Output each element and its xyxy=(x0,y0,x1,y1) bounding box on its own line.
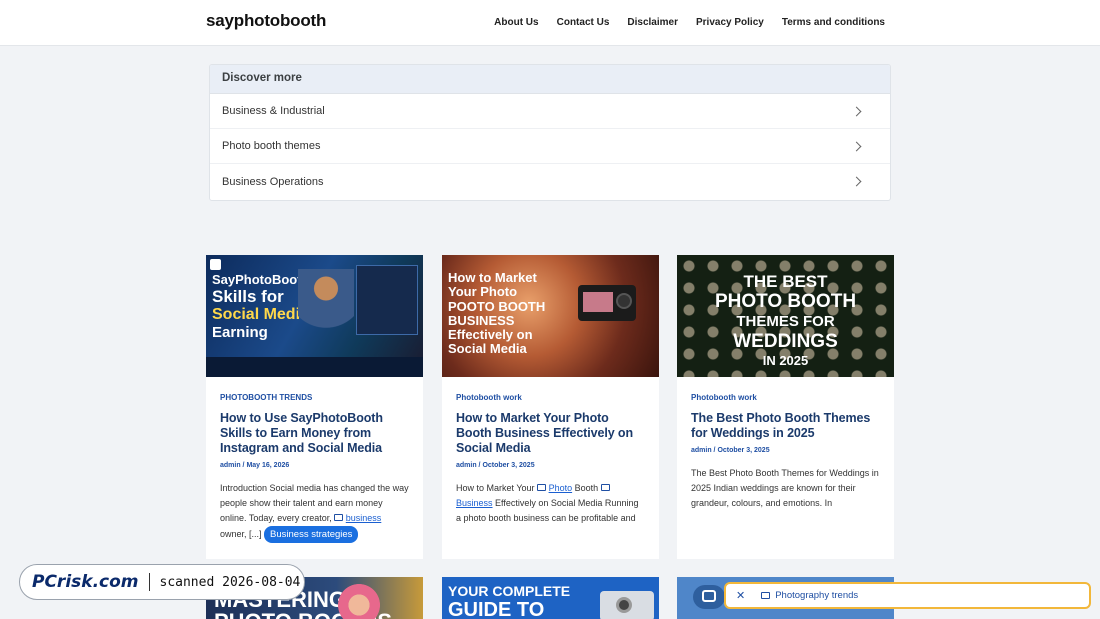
thumb-headline: Skills for xyxy=(212,287,284,306)
keyword-icon xyxy=(537,484,547,491)
tag-pill-label: Business strategies xyxy=(270,529,353,540)
post-thumbnail[interactable]: YOUR COMPLETE GUIDE TO xyxy=(442,577,659,619)
divider xyxy=(148,573,150,591)
nav-terms[interactable]: Terms and conditions xyxy=(782,17,885,28)
keyword-link[interactable]: business xyxy=(346,513,382,523)
pcrisk-watermark: PCrisk.com scanned 2026-08-04 xyxy=(19,564,305,600)
thumb-headline: Social Media xyxy=(212,306,309,323)
thumb-headline: Your Photo xyxy=(448,284,518,299)
thumb-headline: How to Market xyxy=(448,270,537,285)
keyword-icon xyxy=(600,484,610,491)
thumb-headline: YOUR COMPLETE xyxy=(448,583,571,599)
excerpt-text: How to Market Your xyxy=(456,483,535,493)
thumb-headline: PHOTO BOOTH xyxy=(714,291,857,312)
thumb-footer xyxy=(206,357,423,377)
thumb-headline: GUIDE TO xyxy=(448,599,545,619)
nav-privacy-policy[interactable]: Privacy Policy xyxy=(696,17,764,28)
toast-topic-link[interactable]: Photography trends xyxy=(761,590,858,601)
post-excerpt: How to Market Your Photo Booth Business … xyxy=(456,481,645,526)
discover-more-panel: Discover more Business & Industrial Phot… xyxy=(209,64,891,201)
chevron-right-icon xyxy=(851,176,862,187)
keyword-link[interactable]: Business xyxy=(456,498,493,508)
nav-contact-us[interactable]: Contact Us xyxy=(557,17,610,28)
close-icon[interactable]: ✕ xyxy=(736,589,745,602)
thumb-headline: SayPhotoBooth xyxy=(212,272,310,287)
thumb-headline: Effectively on xyxy=(448,327,533,342)
site-logo[interactable]: sayphotobooth xyxy=(206,11,326,31)
post-category[interactable]: Photobooth work xyxy=(456,393,645,402)
pcrisk-logo: PCrisk.com xyxy=(32,572,139,592)
post-thumbnail[interactable]: THE BEST PHOTO BOOTH THEMES FOR WEDDINGS… xyxy=(677,255,894,377)
post-meta: admin / May 16, 2026 xyxy=(220,462,290,469)
excerpt-text: Booth xyxy=(574,483,599,493)
post-card: SayPhotoBooth Skills for Social Media Ea… xyxy=(206,255,423,559)
discover-item-business-industrial[interactable]: Business & Industrial xyxy=(210,94,890,129)
discover-item-label: Business Operations xyxy=(222,175,324,188)
keyword-icon xyxy=(334,514,344,521)
post-excerpt: The Best Photo Booth Themes for Weddings… xyxy=(691,468,879,508)
post-meta: admin / October 3, 2025 xyxy=(456,462,535,469)
post-thumbnail[interactable]: How to Market Your Photo POOTO BOOTH BUS… xyxy=(442,255,659,377)
main-nav: About Us Contact Us Disclaimer Privacy P… xyxy=(494,17,885,28)
nav-about-us[interactable]: About Us xyxy=(494,17,538,28)
nav-disclaimer[interactable]: Disclaimer xyxy=(627,17,678,28)
thumb-headline: Earning xyxy=(212,324,268,341)
stats-panel xyxy=(356,265,418,335)
thumb-headline: POOTO BOOTH xyxy=(448,299,546,314)
discover-item-label: Business & Industrial xyxy=(222,105,325,117)
keyword-link[interactable]: Photo xyxy=(549,483,573,493)
thumb-headline: IN 2025 xyxy=(762,353,809,368)
discover-item-business-operations[interactable]: Business Operations xyxy=(210,164,890,199)
logo-icon xyxy=(210,259,221,270)
person-illustration xyxy=(334,581,384,619)
thumb-headline: BUSINESS xyxy=(448,313,515,328)
thumb-headline: THE BEST xyxy=(743,272,828,291)
post-meta: admin / October 3, 2025 xyxy=(691,447,770,454)
post-category[interactable]: PHOTOBOOTH TRENDS xyxy=(220,393,409,402)
discover-item-label: Photo booth themes xyxy=(222,140,321,152)
person-illustration xyxy=(298,269,354,347)
discover-more-heading: Discover more xyxy=(210,65,890,94)
chevron-right-icon xyxy=(851,106,862,116)
post-card: How to Market Your Photo POOTO BOOTH BUS… xyxy=(442,255,659,559)
post-excerpt: Introduction Social media has changed th… xyxy=(220,481,409,543)
post-category[interactable]: Photobooth work xyxy=(691,393,880,402)
excerpt-text: owner, [...] xyxy=(220,529,262,539)
thumb-headline: THEMES FOR xyxy=(736,313,835,330)
post-title[interactable]: How to Use SayPhotoBooth Skills to Earn … xyxy=(220,411,409,456)
photo-booth-icon xyxy=(600,591,654,619)
post-title[interactable]: The Best Photo Booth Themes for Weddings… xyxy=(691,411,880,441)
camera-icon xyxy=(578,285,636,321)
post-card: THE BEST PHOTO BOOTH THEMES FOR WEDDINGS… xyxy=(677,255,894,559)
chevron-right-icon xyxy=(851,141,862,151)
tag-pill[interactable]: Business strategies xyxy=(264,526,359,543)
toast-topic-label: Photography trends xyxy=(775,590,859,601)
topic-icon xyxy=(761,592,771,599)
scan-date: scanned 2026-08-04 xyxy=(159,574,301,590)
post-thumbnail[interactable]: SayPhotoBooth Skills for Social Media Ea… xyxy=(206,255,423,377)
site-header: sayphotobooth About Us Contact Us Discla… xyxy=(0,0,1100,46)
camera-icon xyxy=(693,585,725,609)
post-title[interactable]: How to Market Your Photo Booth Business … xyxy=(456,411,645,456)
topic-toast: ✕ Photography trends xyxy=(724,582,1091,609)
discover-item-photo-booth-themes[interactable]: Photo booth themes xyxy=(210,129,890,164)
thumb-headline: WEDDINGS xyxy=(733,331,838,352)
thumb-headline: Social Media xyxy=(448,341,527,356)
